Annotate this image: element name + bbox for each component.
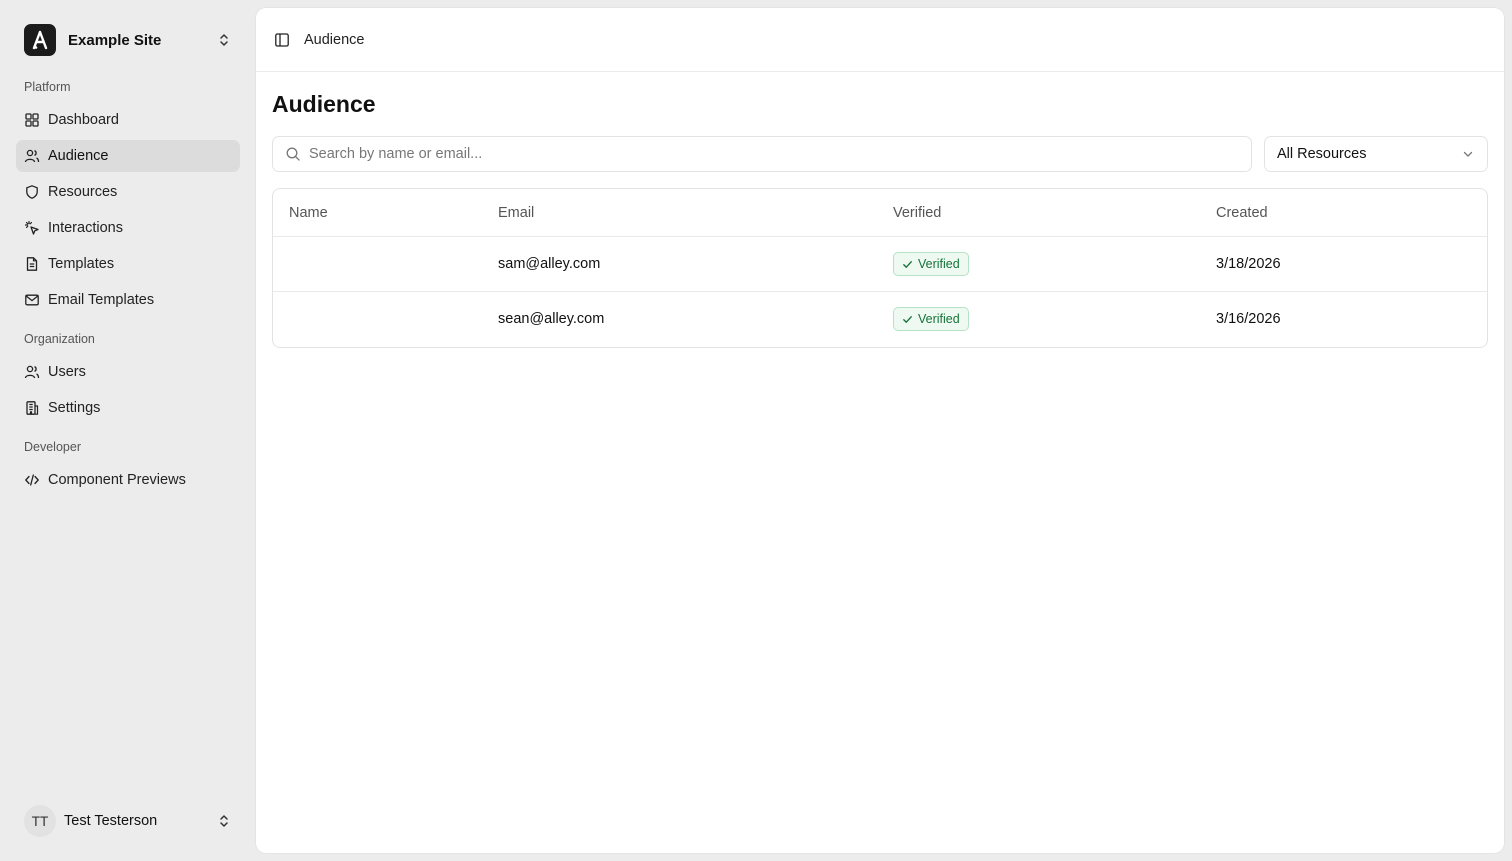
sidebar-item-label: Dashboard — [48, 112, 119, 128]
table-row[interactable]: sean@alley.com Verified 3/16/2026 — [273, 292, 1487, 347]
column-header-email[interactable]: Email — [498, 205, 534, 221]
sidebar-item-audience[interactable]: Audience — [16, 140, 240, 172]
sidebar-item-interactions[interactable]: Interactions — [16, 212, 240, 244]
cell-email: sam@alley.com — [498, 256, 601, 272]
users-icon — [24, 364, 40, 380]
search-icon — [285, 146, 301, 162]
cell-created: 3/18/2026 — [1216, 256, 1281, 272]
search-box — [272, 136, 1252, 172]
site-logo — [24, 24, 56, 56]
sidebar-item-label: Component Previews — [48, 472, 186, 488]
column-header-created[interactable]: Created — [1216, 205, 1268, 221]
sidebar-item-resources[interactable]: Resources — [16, 176, 240, 208]
sidebar-item-email-templates[interactable]: Email Templates — [16, 284, 240, 316]
table-header: Name Email Verified Created — [273, 189, 1487, 237]
sidebar-item-templates[interactable]: Templates — [16, 248, 240, 280]
sidebar-item-settings[interactable]: Settings — [16, 392, 240, 424]
cell-created: 3/16/2026 — [1216, 311, 1281, 327]
table-row[interactable]: sam@alley.com Verified 3/18/2026 — [273, 237, 1487, 292]
cell-email: sean@alley.com — [498, 311, 605, 327]
check-icon — [902, 314, 913, 325]
users-icon — [24, 148, 40, 164]
chevrons-up-down-icon — [216, 813, 232, 829]
shield-icon — [24, 184, 40, 200]
user-menu[interactable]: TT Test Testerson — [24, 805, 240, 837]
site-name: Example Site — [68, 31, 162, 49]
user-name: Test Testerson — [64, 813, 158, 829]
sidebar-item-label: Settings — [48, 400, 101, 416]
breadcrumb: Audience — [304, 31, 365, 48]
check-icon — [902, 259, 913, 270]
pointer-click-icon — [24, 220, 40, 236]
audience-table: Name Email Verified Created sam@alley.co… — [272, 188, 1488, 348]
sidebar-item-label: Resources — [48, 184, 118, 200]
verified-badge-label: Verified — [918, 312, 960, 326]
file-text-icon — [24, 256, 40, 272]
mail-icon — [24, 292, 40, 308]
sidebar-item-label: Audience — [48, 148, 109, 164]
grid-icon — [24, 112, 40, 128]
section-label-developer: Developer — [24, 440, 81, 454]
sidebar-item-label: Users — [48, 364, 86, 380]
sidebar-item-component-previews[interactable]: Component Previews — [16, 464, 240, 496]
sidebar-item-label: Templates — [48, 256, 115, 272]
column-header-verified[interactable]: Verified — [893, 205, 941, 221]
resource-filter-value: All Resources — [1277, 146, 1367, 162]
top-bar: Audience — [256, 8, 1504, 72]
verified-badge: Verified — [893, 307, 969, 331]
site-switcher[interactable]: Example Site — [24, 24, 240, 56]
sidebar: Example Site Platform Dashboard Audience… — [0, 0, 256, 861]
sidebar-item-users[interactable]: Users — [16, 356, 240, 388]
section-label-organization: Organization — [24, 332, 95, 346]
section-label-platform: Platform — [24, 80, 71, 94]
search-input[interactable] — [309, 146, 1251, 162]
avatar: TT — [24, 805, 56, 837]
sidebar-toggle-icon[interactable] — [274, 32, 290, 48]
building-icon — [24, 400, 40, 416]
code-icon — [24, 472, 40, 488]
main-panel: Audience Audience All Resources Name Ema… — [256, 8, 1504, 853]
column-header-name[interactable]: Name — [289, 205, 328, 221]
sidebar-item-label: Interactions — [48, 220, 123, 236]
chevrons-up-down-icon — [216, 32, 232, 48]
page-title: Audience — [272, 91, 376, 117]
verified-badge-label: Verified — [918, 257, 960, 271]
resource-filter-select[interactable]: All Resources — [1264, 136, 1488, 172]
sidebar-item-label: Email Templates — [48, 292, 155, 308]
chevron-down-icon — [1461, 147, 1475, 161]
verified-badge: Verified — [893, 252, 969, 276]
sidebar-item-dashboard[interactable]: Dashboard — [16, 104, 240, 136]
